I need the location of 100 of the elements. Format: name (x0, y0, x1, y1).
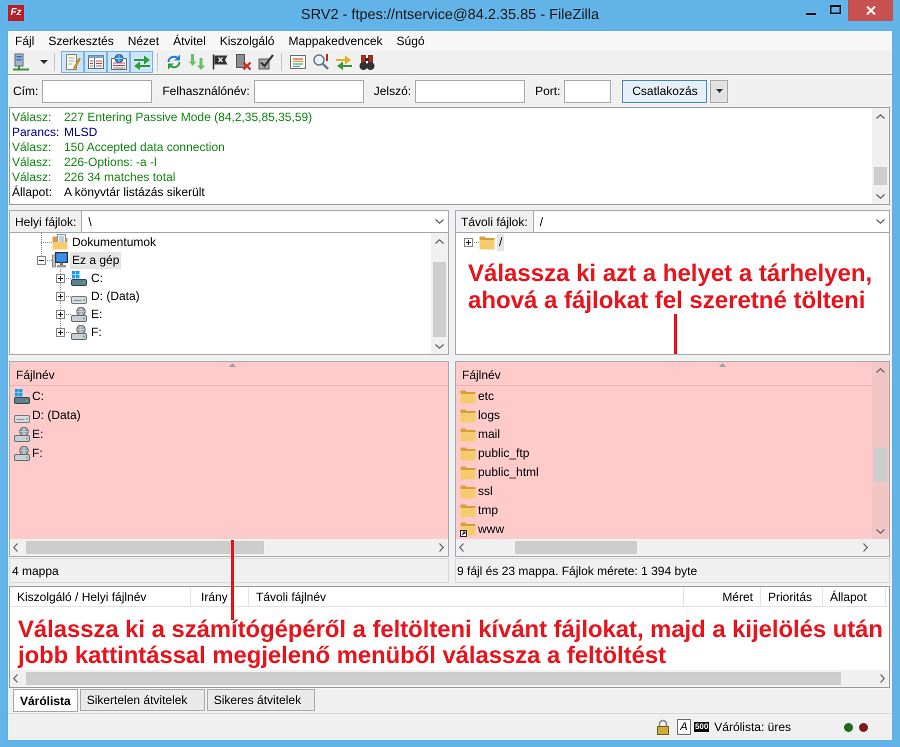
tree-item[interactable]: D: (Data) (89, 288, 142, 304)
tab[interactable]: Sikeres átvitelek (206, 689, 315, 711)
file-name[interactable]: E: (32, 424, 44, 442)
chevron-right-icon[interactable] (439, 543, 444, 552)
chevron-up-icon[interactable] (435, 239, 444, 244)
menu-item[interactable]: Nézet (120, 32, 166, 50)
speed-limit-badge[interactable]: 500 (694, 722, 710, 732)
tree-item[interactable]: Ez a gép (70, 252, 122, 268)
column-header[interactable]: Kiszolgáló / Helyi fájlnév (10, 587, 191, 607)
close-button[interactable] (848, 0, 893, 21)
expand-icon[interactable] (56, 274, 65, 282)
refresh-icon[interactable] (166, 54, 182, 70)
input-field[interactable] (415, 80, 526, 102)
flag-icon[interactable] (212, 54, 228, 70)
toggle-button[interactable] (107, 51, 130, 73)
tab[interactable]: Várólista (13, 689, 78, 712)
expand-icon[interactable] (464, 238, 473, 246)
log-label: Válasz: (12, 138, 52, 156)
dropdown-button[interactable] (710, 80, 728, 102)
scrollbar-thumb[interactable] (874, 167, 887, 185)
toggle-button[interactable] (84, 51, 107, 73)
file-name[interactable]: ssl (478, 482, 493, 500)
menu-item[interactable]: Súgó (390, 32, 432, 50)
menu-item[interactable]: Mappakedvencek (281, 32, 390, 50)
chevron-right-icon[interactable] (863, 543, 868, 552)
chevron-left-icon[interactable] (459, 543, 464, 552)
file-name[interactable]: logs (478, 406, 500, 424)
chevron-left-icon[interactable] (13, 674, 18, 683)
tree-item[interactable]: C: (89, 270, 105, 286)
app-logo: Fz (8, 5, 24, 21)
list-icon[interactable] (290, 54, 306, 70)
chevron-up-icon[interactable] (876, 114, 885, 119)
scrollbar[interactable] (872, 362, 889, 539)
column-header[interactable]: Méret (684, 587, 761, 607)
column-header[interactable]: Távoli fájlnév (249, 587, 684, 607)
file-name[interactable]: D: (Data) (32, 406, 81, 424)
column-header[interactable]: Fájlnév (456, 362, 872, 386)
menu-item[interactable]: Átvitel (166, 32, 213, 50)
toggle-button[interactable] (130, 51, 153, 73)
tab[interactable]: Sikertelen átvitelek (80, 689, 205, 711)
input-field[interactable] (564, 80, 612, 102)
drive-icon (71, 271, 87, 286)
chevron-down-icon[interactable] (435, 344, 444, 349)
connect-button[interactable]: Csatlakozás (622, 80, 708, 102)
minimize-icon[interactable] (806, 12, 816, 14)
column-header[interactable]: Állapot (823, 587, 886, 607)
column-header[interactable]: Prioritás (761, 587, 823, 607)
drive-icon (14, 388, 30, 404)
scrollbar[interactable] (431, 233, 448, 354)
binoculars-icon[interactable] (358, 54, 374, 70)
scrollbar[interactable] (10, 670, 889, 687)
transfer-type-badge[interactable]: A (676, 719, 691, 735)
lock-icon[interactable] (656, 719, 670, 735)
file-name[interactable]: public_html (478, 462, 539, 480)
menu-item[interactable]: Szerkesztés (41, 32, 121, 50)
sync-arrows-icon[interactable] (336, 54, 352, 70)
chevron-up-icon[interactable] (876, 368, 885, 373)
file-name[interactable]: C: (32, 386, 44, 404)
scrollbar-thumb[interactable] (26, 672, 841, 685)
chevron-down-icon[interactable] (876, 194, 885, 199)
file-name[interactable]: etc (478, 386, 494, 404)
collapse-icon[interactable] (37, 256, 46, 264)
tree-item[interactable]: E: (89, 306, 104, 322)
swap-arrows-icon (134, 54, 150, 70)
expand-icon[interactable] (56, 292, 65, 300)
globe-window-icon (110, 54, 126, 70)
caret-icon[interactable] (40, 60, 48, 64)
input-field[interactable] (42, 80, 152, 102)
expand-icon[interactable] (56, 328, 65, 336)
input-field[interactable] (254, 80, 364, 102)
file-name[interactable]: www (478, 520, 504, 538)
tree-item[interactable]: / (497, 234, 504, 250)
server-cross-icon[interactable] (234, 54, 250, 70)
file-name[interactable]: tmp (478, 500, 498, 518)
tree-item[interactable]: Dokumentumok (70, 234, 158, 250)
scrollbar-thumb[interactable] (874, 448, 887, 482)
chevron-down-icon[interactable] (876, 529, 885, 534)
annotation-text: Válassza ki azt a helyet a tárhelyen, ahová a fájlokat fel szeretné tölteni (468, 260, 874, 314)
maximize-icon[interactable] (830, 4, 841, 14)
tree-item[interactable]: F: (89, 324, 104, 340)
log-label: Válasz: (12, 168, 52, 186)
file-name[interactable]: mail (478, 424, 500, 442)
scrollbar[interactable] (872, 108, 889, 204)
chevron-left-icon[interactable] (13, 543, 18, 552)
column-header[interactable]: Fájlnév (10, 362, 448, 386)
scrollbar-thumb[interactable] (26, 541, 264, 554)
expand-icon[interactable] (56, 310, 65, 318)
log-message: MLSD (64, 124, 98, 140)
server-icon[interactable] (12, 53, 30, 71)
toggle-button[interactable] (61, 51, 84, 73)
menu-item[interactable]: Fájl (8, 32, 42, 50)
sort-arrow-icon (719, 363, 726, 367)
file-name[interactable]: public_ftp (478, 444, 530, 462)
scrollbar-thumb[interactable] (433, 262, 446, 337)
checkmark-icon[interactable] (258, 54, 274, 70)
menu-item[interactable]: Kiszolgáló (212, 32, 282, 50)
scrollbar-thumb[interactable] (515, 541, 637, 554)
chevron-right-icon[interactable] (880, 674, 885, 683)
file-name[interactable]: F: (32, 444, 43, 462)
magnifier-icon[interactable] (312, 54, 328, 70)
